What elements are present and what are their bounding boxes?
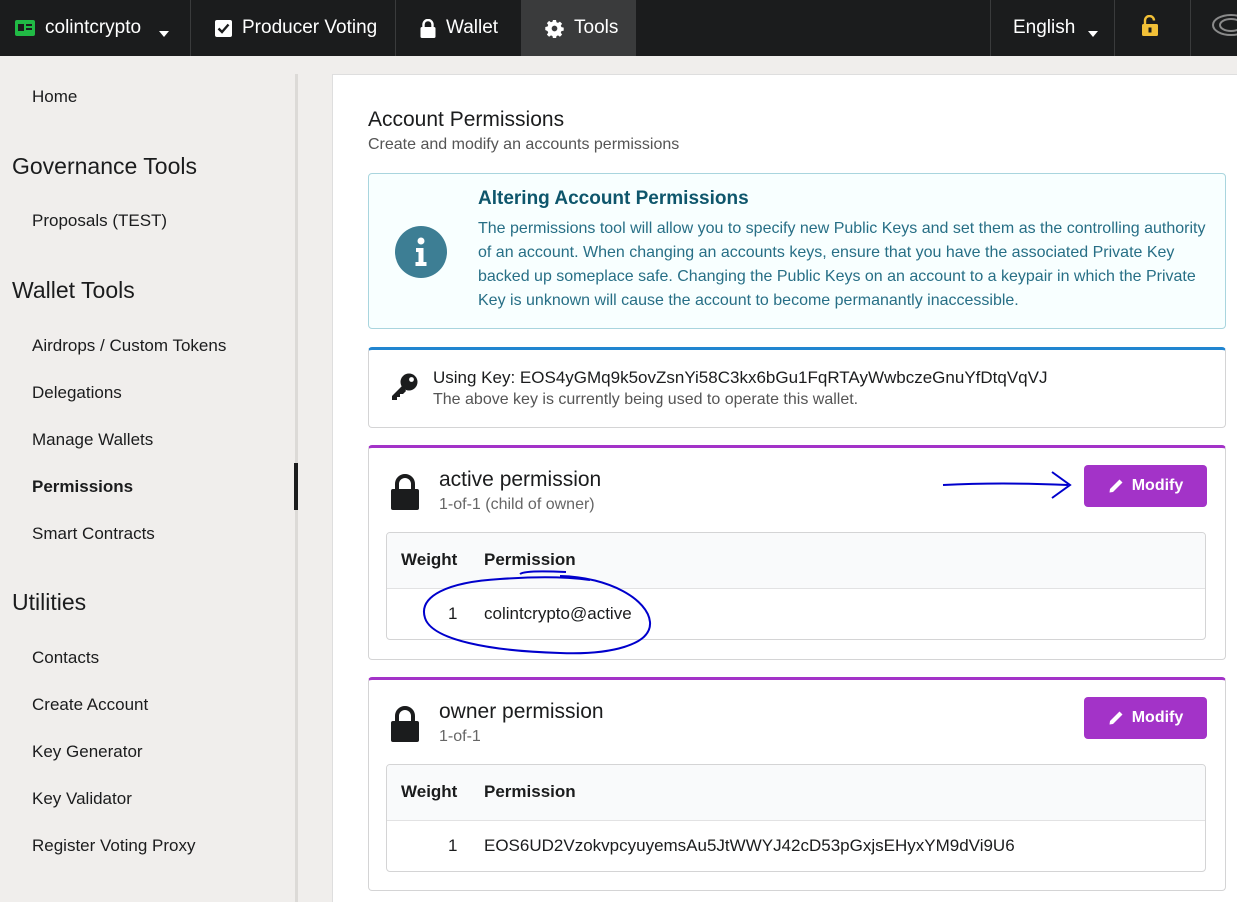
sidebar-heading-governance: Governance Tools (12, 153, 197, 179)
owner-permission-subtitle: 1-of-1 (439, 728, 481, 745)
sidebar-item-delegations[interactable]: Delegations (32, 383, 122, 403)
lock-icon (389, 706, 421, 747)
sidebar-item-register-proxy[interactable]: Register Voting Proxy (32, 836, 195, 856)
weight-column-header: Weight (401, 550, 458, 569)
nav-producer-voting[interactable]: Producer Voting (191, 0, 396, 56)
lock-icon (389, 474, 421, 515)
sidebar-item-airdrops[interactable]: Airdrops / Custom Tokens (32, 336, 226, 356)
active-permission-subtitle: 1-of-1 (child of owner) (439, 496, 595, 513)
info-icon (395, 226, 447, 278)
sidebar-item-permissions[interactable]: Permissions (32, 477, 133, 497)
sidebar-item-home[interactable]: Home (32, 87, 77, 107)
lock-icon (420, 18, 436, 38)
id-card-icon (15, 20, 35, 36)
sidebar-item-key-validator[interactable]: Key Validator (32, 789, 132, 809)
table-header: Weight Permission (387, 533, 1205, 589)
permission-column-header: Permission (484, 550, 576, 569)
pencil-icon (1108, 710, 1124, 726)
nav-tools-label: Tools (574, 17, 619, 38)
nav-wallet[interactable]: Wallet (396, 0, 522, 56)
weight-column-header: Weight (401, 782, 458, 801)
checkbox-icon (215, 19, 232, 37)
network-icon (1209, 10, 1237, 46)
page-subtitle: Create and modify an accounts permission… (368, 136, 680, 153)
weight-cell: 1 (448, 604, 458, 623)
permission-column-header: Permission (484, 782, 576, 801)
table-row: 1 EOS6UD2VzokvpcyuyemsAu5JtWWYJ42cD53pGx… (387, 821, 1205, 871)
nav-tools[interactable]: Tools (522, 0, 636, 56)
info-title: Altering Account Permissions (478, 188, 749, 209)
permission-cell: colintcrypto@active (484, 604, 632, 623)
network-button[interactable] (1191, 0, 1237, 56)
sidebar-heading-wallet-tools: Wallet Tools (12, 277, 135, 303)
table-header: Weight Permission (387, 765, 1205, 821)
nav-producer-voting-label: Producer Voting (242, 17, 378, 38)
current-key-subtitle: The above key is currently being used to… (433, 391, 859, 408)
sidebar: Home Governance Tools Proposals (TEST) W… (0, 56, 298, 902)
modify-active-label: Modify (1131, 477, 1184, 494)
top-navigation-bar: colintcrypto Producer Voting Wallet Tool… (0, 0, 1237, 56)
modify-owner-label: Modify (1131, 709, 1184, 726)
language-dropdown[interactable]: English (990, 0, 1115, 56)
sidebar-item-manage-wallets[interactable]: Manage Wallets (32, 430, 153, 450)
chevron-down-icon (158, 22, 170, 44)
pencil-icon (1108, 478, 1124, 494)
table-row: 1 colintcrypto@active (387, 589, 1205, 639)
sidebar-heading-utilities: Utilities (12, 589, 87, 615)
current-key-title: Using Key: EOS4yGMq9k5ovZsnYi58C3kx6bGu1… (433, 368, 1048, 387)
unlock-wallet-button[interactable] (1115, 0, 1191, 56)
gear-icon (545, 19, 564, 38)
active-permission-title: active permission (439, 468, 602, 491)
owner-permission-title: owner permission (439, 700, 604, 723)
key-icon (389, 372, 419, 407)
chevron-down-icon (1087, 22, 1099, 44)
info-body: The permissions tool will allow you to s… (478, 220, 1206, 309)
weight-cell: 1 (448, 836, 458, 855)
sidebar-item-smart-contracts[interactable]: Smart Contracts (32, 524, 155, 544)
sidebar-item-proposals[interactable]: Proposals (TEST) (32, 211, 167, 231)
sidebar-item-create-account[interactable]: Create Account (32, 695, 148, 715)
active-permission-table: Weight Permission 1 colintcrypto@active (386, 532, 1206, 640)
info-message: Altering Account Permissions The permiss… (368, 173, 1226, 329)
account-dropdown[interactable]: colintcrypto (0, 0, 191, 56)
current-key-card: Using Key: EOS4yGMq9k5ovZsnYi58C3kx6bGu1… (368, 347, 1226, 428)
sidebar-active-indicator (294, 463, 298, 510)
permission-cell: EOS6UD2VzokvpcyuyemsAu5JtWWYJ42cD53pGxjs… (484, 836, 1015, 855)
language-label: English (1013, 17, 1076, 38)
modify-owner-button[interactable]: Modify (1084, 697, 1207, 739)
sidebar-item-key-generator[interactable]: Key Generator (32, 742, 143, 762)
owner-permission-card: owner permission 1-of-1 Modify Weight Pe… (368, 677, 1226, 891)
owner-permission-table: Weight Permission 1 EOS6UD2Vzokvpcyuyems… (386, 764, 1206, 872)
active-permission-card: active permission 1-of-1 (child of owner… (368, 445, 1226, 660)
page-title: Account Permissions (368, 108, 565, 131)
unlock-icon (1141, 14, 1159, 42)
account-name: colintcrypto (45, 17, 142, 38)
sidebar-item-contacts[interactable]: Contacts (32, 648, 99, 668)
nav-wallet-label: Wallet (446, 17, 499, 38)
modify-active-button[interactable]: Modify (1084, 465, 1207, 507)
